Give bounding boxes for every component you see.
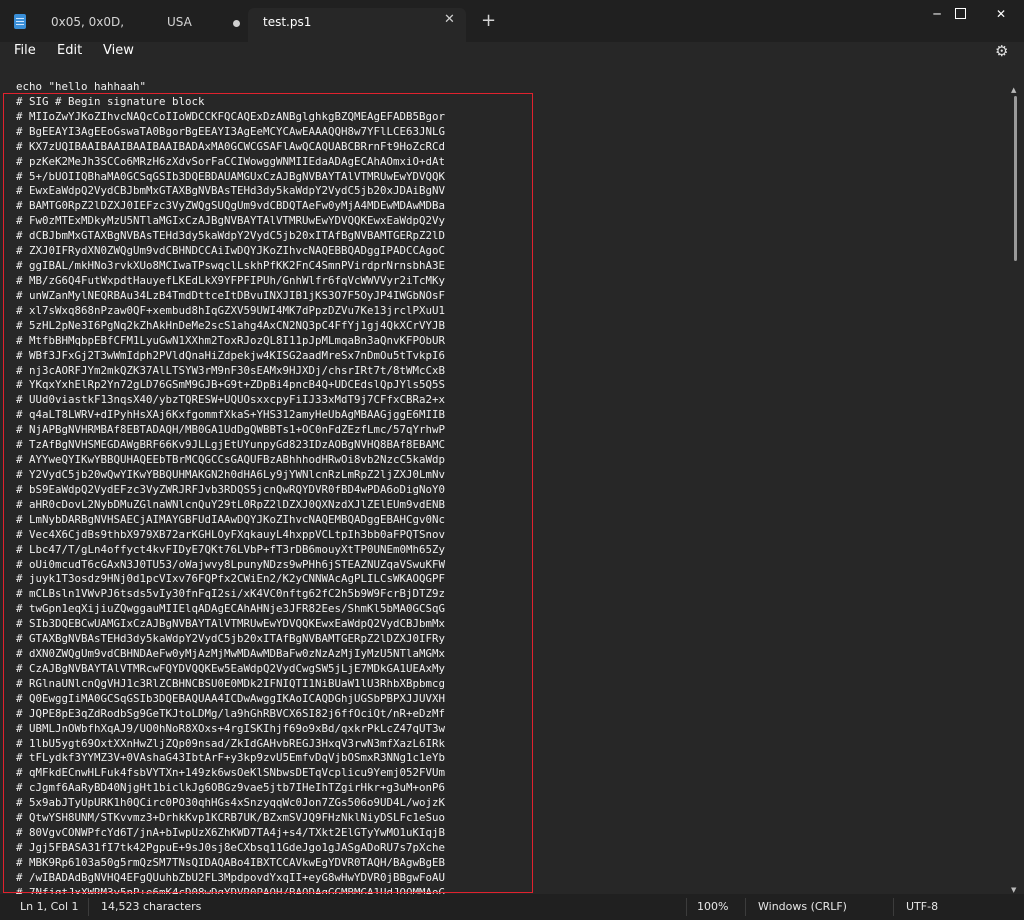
- menu-edit[interactable]: Edit: [57, 43, 82, 58]
- tab-label: test.ps1: [263, 15, 312, 29]
- status-divider: [745, 898, 746, 916]
- title-bar: 0x05, 0x0D, USA test.ps1 ✕ + ─ ✕: [0, 0, 1024, 42]
- status-divider: [88, 898, 89, 916]
- new-tab-button[interactable]: +: [481, 11, 496, 31]
- status-bar: Ln 1, Col 1 14,523 characters 100% Windo…: [0, 894, 1024, 920]
- tab-test-ps1[interactable]: test.ps1 ✕: [248, 8, 466, 42]
- zoom-level[interactable]: 100%: [697, 900, 728, 913]
- menu-view[interactable]: View: [103, 43, 134, 58]
- menu-bar: File Edit View ⚙: [0, 42, 1024, 62]
- notepad-icon: [14, 14, 26, 29]
- gear-icon[interactable]: ⚙: [995, 42, 1008, 60]
- status-divider: [686, 898, 687, 916]
- encoding[interactable]: UTF-8: [906, 900, 938, 913]
- signature-highlight-box: [3, 93, 533, 893]
- scroll-up-icon[interactable]: ▲: [1011, 86, 1016, 94]
- cursor-position: Ln 1, Col 1: [20, 900, 79, 913]
- menu-file[interactable]: File: [14, 43, 36, 58]
- character-count: 14,523 characters: [101, 900, 202, 913]
- close-window-button[interactable]: ✕: [978, 0, 1024, 30]
- line-ending[interactable]: Windows (CRLF): [758, 900, 847, 913]
- tab-usa[interactable]: 0x05, 0x0D, USA: [36, 8, 248, 42]
- close-icon[interactable]: ✕: [444, 12, 455, 27]
- maximize-button[interactable]: [937, 0, 983, 30]
- tab-label-right: USA: [167, 15, 192, 29]
- status-divider: [893, 898, 894, 916]
- scrollbar-thumb[interactable]: [1014, 96, 1017, 261]
- scroll-down-icon[interactable]: ▼: [1011, 886, 1016, 894]
- tab-label-left: 0x05, 0x0D,: [51, 15, 125, 29]
- maximize-icon: [954, 8, 966, 19]
- unsaved-dot-icon: [233, 20, 240, 27]
